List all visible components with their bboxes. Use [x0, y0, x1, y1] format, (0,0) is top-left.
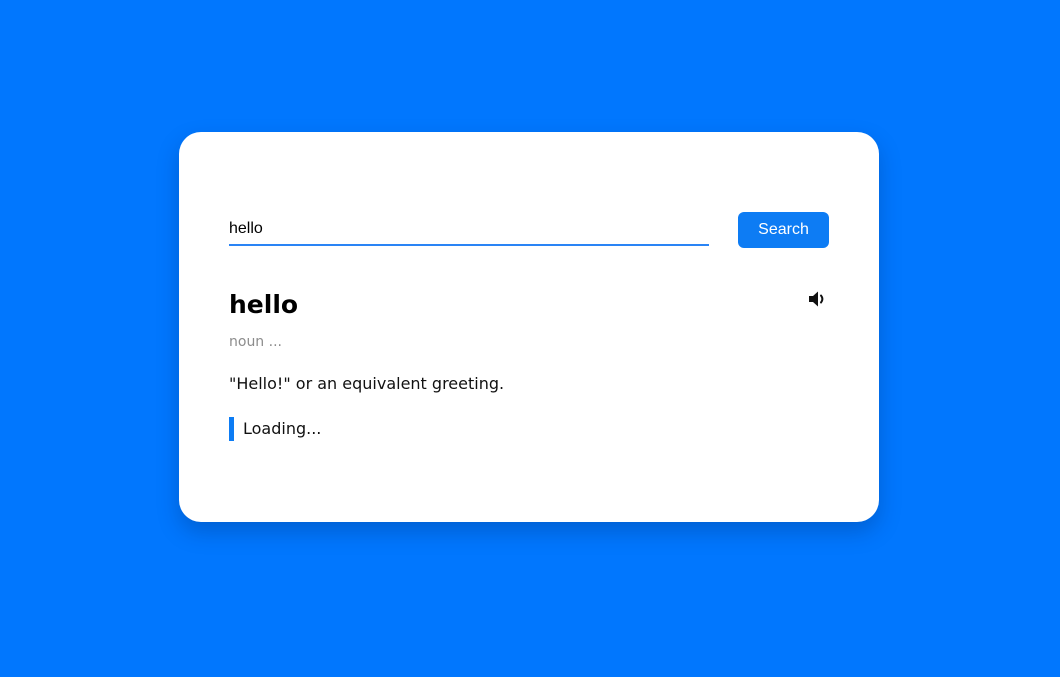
search-input[interactable] [229, 214, 709, 246]
speaker-volume-icon[interactable] [807, 288, 829, 310]
speaker-volume-icon-graphic [809, 291, 824, 307]
search-row: Search [229, 212, 829, 248]
part-of-speech: noun ... [229, 334, 282, 350]
example-quote: Loading... [229, 417, 321, 441]
search-button[interactable]: Search [738, 212, 829, 248]
definition-text: "Hello!" or an equivalent greeting. [229, 374, 505, 393]
dictionary-card: Search hello noun ... "Hello!" or an equ… [179, 132, 879, 522]
word-title: hello [229, 290, 299, 319]
